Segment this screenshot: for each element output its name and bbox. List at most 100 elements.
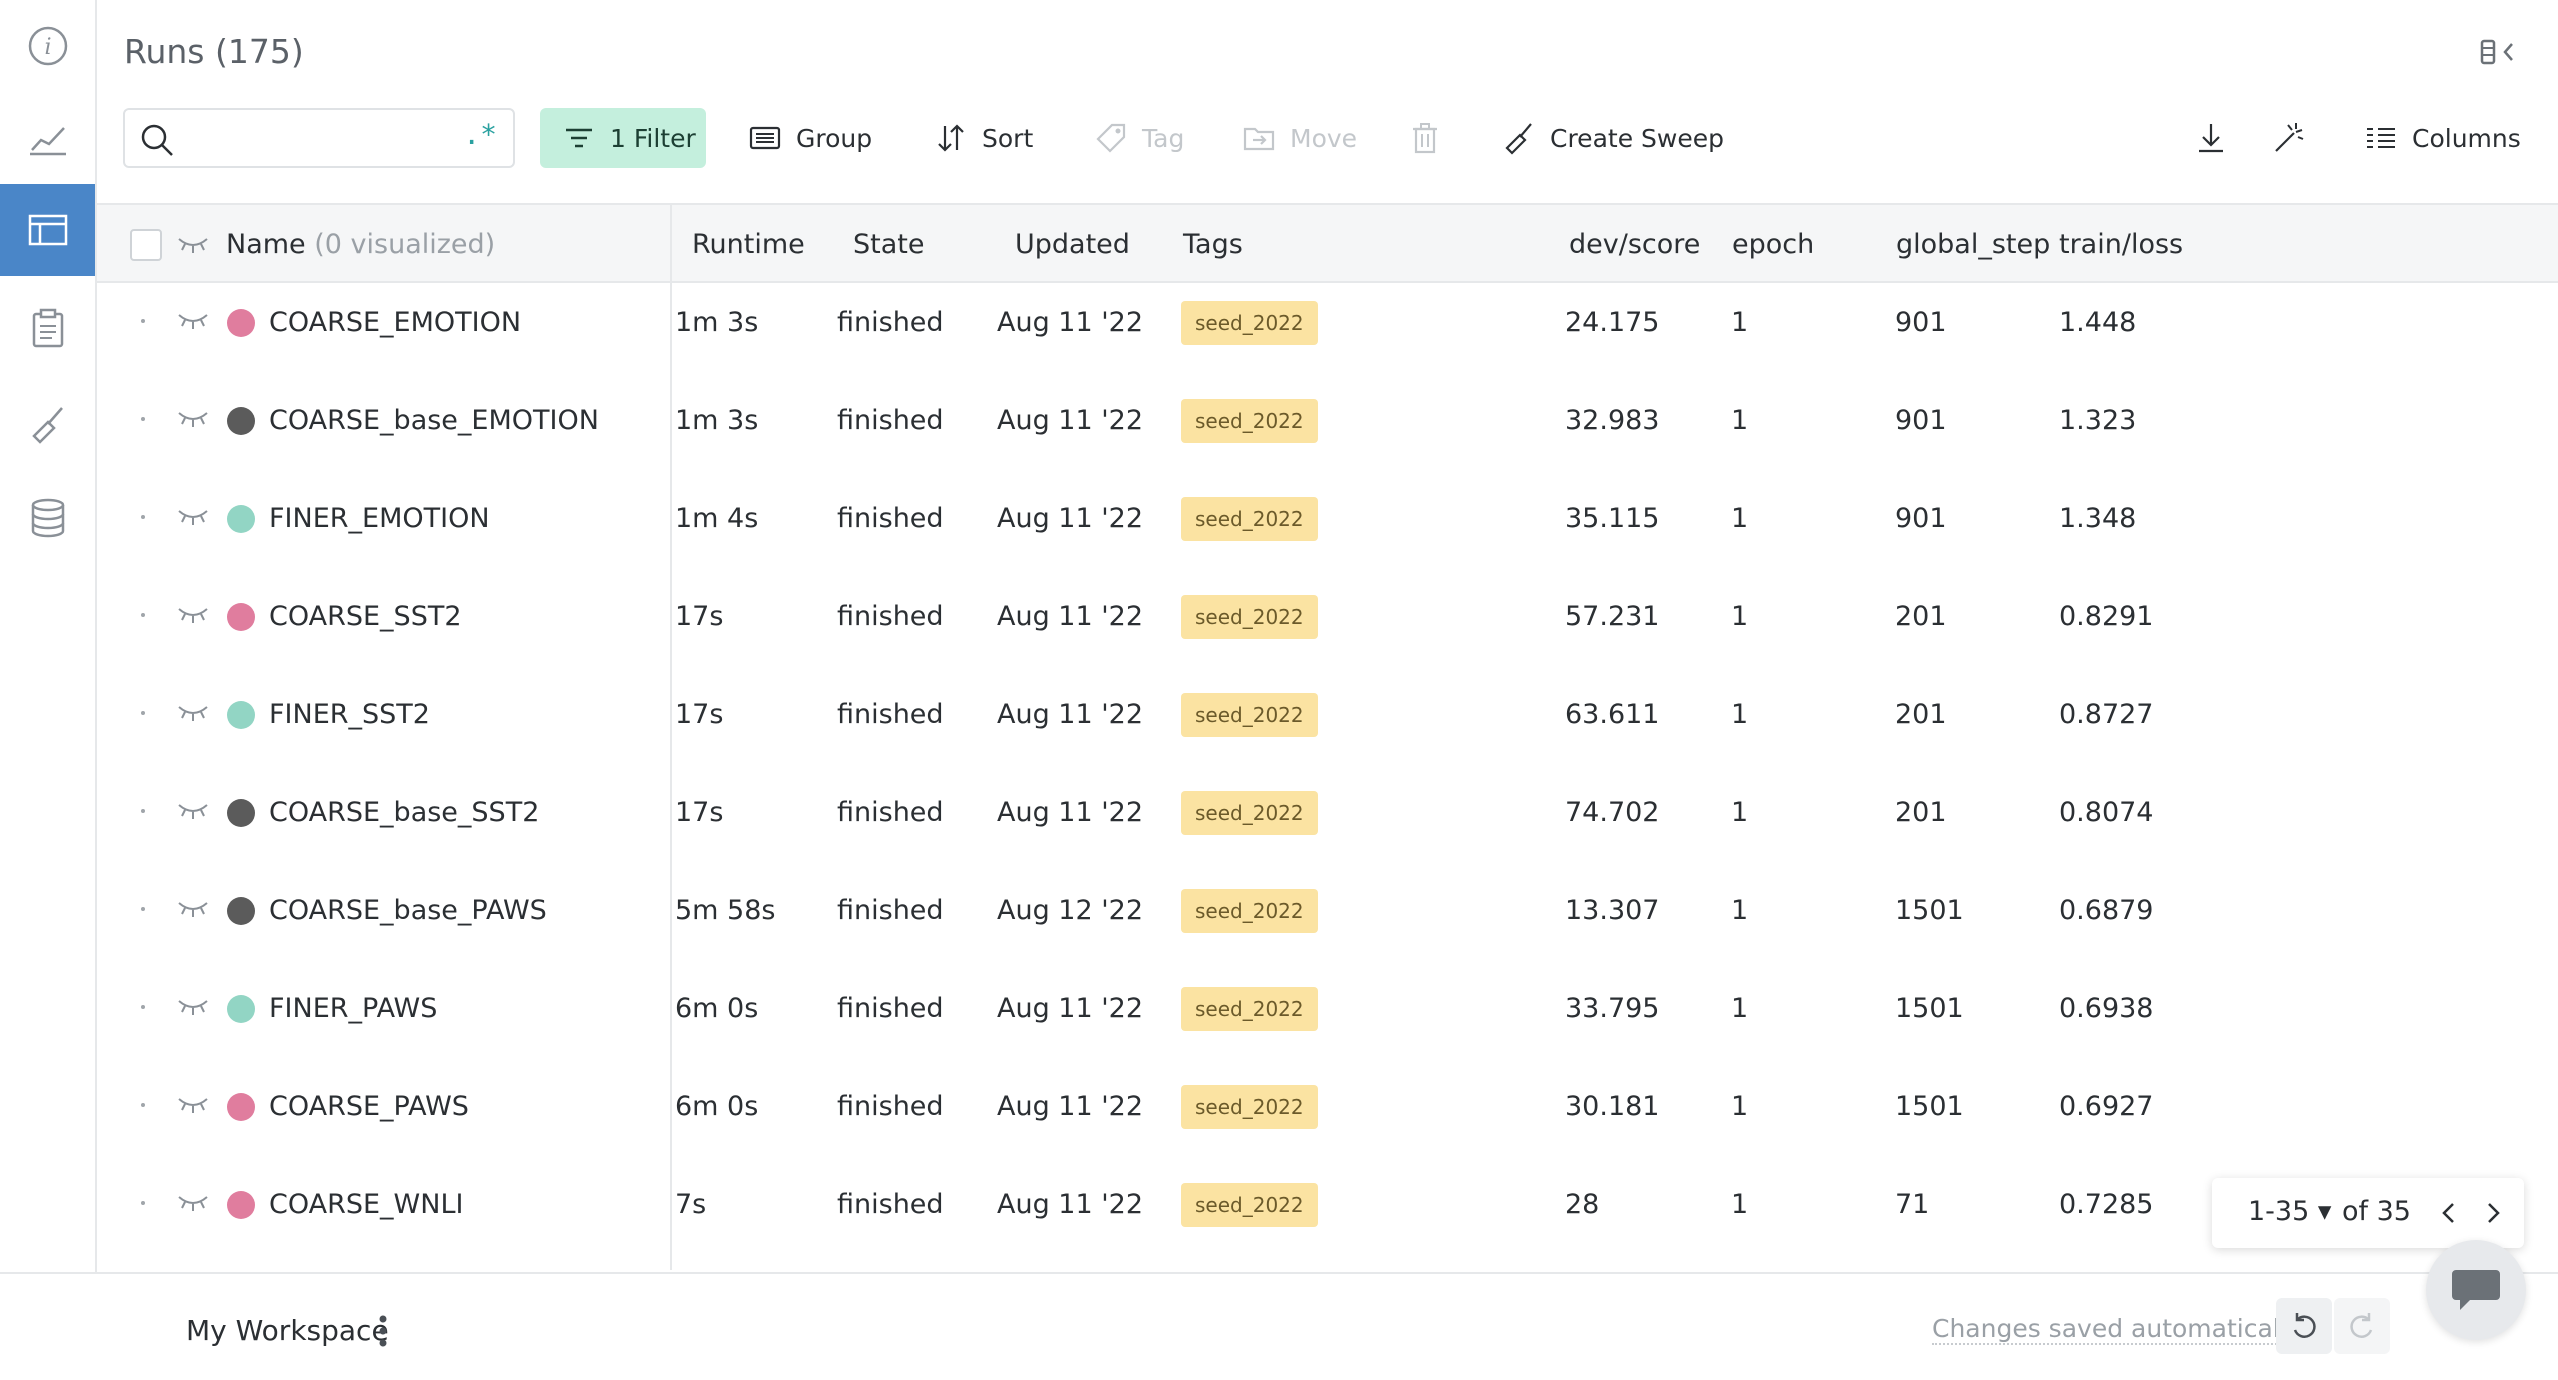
run-name-link[interactable]: COARSE_PAWS: [269, 1091, 469, 1122]
table-row[interactable]: COARSE_PAWS 6m 0s finished Aug 11 '22 30.181…: [97, 1067, 2558, 1147]
more-vertical-icon[interactable]: [378, 1314, 388, 1348]
run-color-swatch[interactable]: [227, 799, 255, 827]
column-header-dev-score[interactable]: dev/score: [1569, 229, 1700, 260]
artifacts-nav-button[interactable]: [0, 472, 95, 564]
run-color-swatch[interactable]: [227, 1093, 255, 1121]
row-handle[interactable]: [141, 1103, 145, 1107]
run-color-swatch[interactable]: [227, 309, 255, 337]
charts-nav-button[interactable]: [0, 92, 95, 184]
table-row[interactable]: COARSE_base_PAWS 5m 58s finished Aug 12 '22…: [97, 871, 2558, 951]
page-range-select[interactable]: 1-35 ▾: [2248, 1196, 2331, 1227]
run-name-link[interactable]: FINER_PAWS: [269, 993, 437, 1024]
run-name-link[interactable]: COARSE_base_SST2: [269, 797, 539, 828]
tag-badge[interactable]: seed_2022: [1181, 987, 1318, 1031]
row-handle[interactable]: [141, 809, 145, 813]
eye-closed-icon[interactable]: [177, 1193, 209, 1213]
run-color-swatch[interactable]: [227, 701, 255, 729]
eye-closed-icon[interactable]: [177, 899, 209, 919]
select-all-checkbox[interactable]: [130, 229, 162, 261]
table-row[interactable]: FINER_WNLI6sfinishedAug 11 '2234.0431710…: [97, 1263, 2558, 1270]
tag-badge[interactable]: seed_2022: [1181, 693, 1318, 737]
eye-closed-icon[interactable]: [177, 507, 209, 527]
chat-launcher-button[interactable]: [2426, 1240, 2526, 1340]
table-row[interactable]: COARSE_base_EMOTION 1m 3s finished Aug 11 '…: [97, 381, 2558, 461]
search-input[interactable]: [185, 120, 439, 158]
group-button[interactable]: Group: [748, 108, 872, 168]
info-nav-button[interactable]: i: [0, 0, 95, 92]
tag-badge[interactable]: seed_2022: [1181, 1085, 1318, 1129]
eye-closed-icon[interactable]: [177, 311, 209, 331]
column-header-name[interactable]: Name (0 visualized): [226, 229, 495, 260]
delete-button[interactable]: [1408, 108, 1456, 168]
row-handle[interactable]: [141, 417, 145, 421]
run-color-swatch[interactable]: [227, 505, 255, 533]
eye-closed-icon[interactable]: [177, 1095, 209, 1115]
regex-toggle[interactable]: .*: [463, 118, 497, 151]
eye-closed-icon[interactable]: [177, 997, 209, 1017]
eye-closed-icon[interactable]: [177, 235, 209, 255]
column-header-state[interactable]: State: [853, 229, 924, 260]
sort-button[interactable]: Sort: [934, 108, 1033, 168]
collapse-panel-icon[interactable]: [2478, 38, 2518, 66]
column-header-tags[interactable]: Tags: [1183, 229, 1243, 260]
undo-button[interactable]: [2276, 1298, 2332, 1354]
redo-button[interactable]: [2334, 1298, 2390, 1354]
eye-closed-icon[interactable]: [177, 703, 209, 723]
column-header-train-loss[interactable]: train/loss: [2059, 229, 2183, 260]
run-color-swatch[interactable]: [227, 1191, 255, 1219]
tag-button[interactable]: Tag: [1094, 108, 1184, 168]
run-name-link[interactable]: COARSE_base_EMOTION: [269, 405, 599, 436]
table-row[interactable]: FINER_SST2 17s finished Aug 11 '22 63.611 1 20…: [97, 675, 2558, 755]
row-handle[interactable]: [141, 711, 145, 715]
run-name-link[interactable]: FINER_EMOTION: [269, 503, 490, 534]
run-name-link[interactable]: COARSE_EMOTION: [269, 307, 521, 338]
eye-closed-icon[interactable]: [177, 409, 209, 429]
chevron-right-icon[interactable]: [2478, 1198, 2508, 1228]
eye-closed-icon[interactable]: [177, 605, 209, 625]
column-header-global-step[interactable]: global_step: [1896, 229, 2050, 260]
table-row[interactable]: FINER_PAWS 6m 0s finished Aug 11 '22 33.795 1…: [97, 969, 2558, 1049]
reports-nav-button[interactable]: [0, 282, 95, 374]
run-color-swatch[interactable]: [227, 995, 255, 1023]
tag-badge[interactable]: seed_2022: [1181, 791, 1318, 835]
tag-badge[interactable]: seed_2022: [1181, 889, 1318, 933]
run-name-link[interactable]: COARSE_SST2: [269, 601, 462, 632]
eye-closed-icon[interactable]: [177, 801, 209, 821]
create-sweep-button[interactable]: Create Sweep: [1502, 108, 1724, 168]
run-color-swatch[interactable]: [227, 603, 255, 631]
move-button[interactable]: Move: [1242, 108, 1357, 168]
run-color-swatch[interactable]: [227, 407, 255, 435]
column-header-updated[interactable]: Updated: [1015, 229, 1130, 260]
row-handle[interactable]: [141, 515, 145, 519]
row-handle[interactable]: [141, 319, 145, 323]
row-handle[interactable]: [141, 907, 145, 911]
table-row[interactable]: COARSE_base_SST2 17s finished Aug 11 '22 74.…: [97, 773, 2558, 853]
run-color-swatch[interactable]: [227, 897, 255, 925]
column-header-runtime[interactable]: Runtime: [692, 229, 805, 260]
run-name-link[interactable]: COARSE_base_PAWS: [269, 895, 547, 926]
workspace-name[interactable]: My Workspace: [186, 1314, 389, 1347]
row-handle[interactable]: [141, 1005, 145, 1009]
tag-badge[interactable]: seed_2022: [1181, 1183, 1318, 1227]
auto-visualize-button[interactable]: [2272, 108, 2320, 168]
sweeps-nav-button[interactable]: [0, 378, 95, 470]
column-header-epoch[interactable]: epoch: [1732, 229, 1814, 260]
run-name-link[interactable]: FINER_SST2: [269, 699, 430, 730]
chevron-left-icon[interactable]: [2434, 1198, 2464, 1228]
table-row[interactable]: COARSE_EMOTION 1m 3s finished Aug 11 '22 24.…: [97, 283, 2558, 363]
run-name-link[interactable]: COARSE_WNLI: [269, 1189, 463, 1220]
columns-button[interactable]: Columns: [2364, 108, 2521, 168]
tag-badge[interactable]: seed_2022: [1181, 301, 1318, 345]
filter-button[interactable]: 1 Filter: [540, 108, 706, 168]
tag-badge[interactable]: seed_2022: [1181, 595, 1318, 639]
search-box[interactable]: .*: [123, 108, 515, 168]
tag-badge[interactable]: seed_2022: [1181, 497, 1318, 541]
tag-badge[interactable]: seed_2022: [1181, 399, 1318, 443]
row-handle[interactable]: [141, 1201, 145, 1205]
table-row[interactable]: COARSE_SST2 17s finished Aug 11 '22 57.231 1 2…: [97, 577, 2558, 657]
download-button[interactable]: [2194, 108, 2242, 168]
table-row[interactable]: FINER_EMOTION 1m 4s finished Aug 11 '22 35.1…: [97, 479, 2558, 559]
runs-table-nav-button[interactable]: [0, 184, 95, 276]
row-handle[interactable]: [141, 613, 145, 617]
table-row[interactable]: COARSE_WNLI 7s finished Aug 11 '22 28 1 71 0.72…: [97, 1165, 2558, 1245]
